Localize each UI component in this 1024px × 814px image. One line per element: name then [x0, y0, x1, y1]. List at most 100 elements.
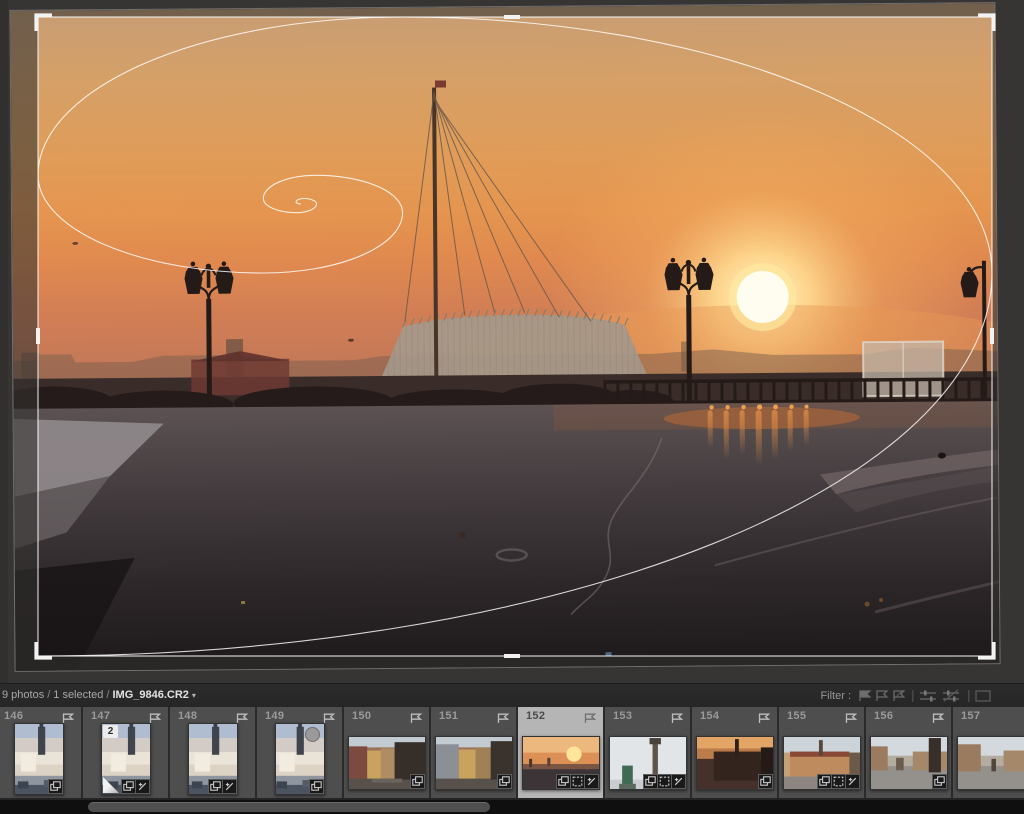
- thumbnail-badges: [49, 780, 62, 793]
- crop-overlay: [0, 0, 1024, 683]
- collections-badge-icon[interactable]: [209, 780, 222, 793]
- filmstrip-cell-149[interactable]: 149: [257, 707, 342, 798]
- photo-index: 149: [265, 710, 284, 722]
- collections-badge-icon[interactable]: [933, 775, 946, 788]
- current-filename[interactable]: IMG_9846.CR2: [112, 689, 188, 701]
- flag-icon[interactable]: [409, 711, 423, 723]
- filmstrip-scrollbar[interactable]: [0, 800, 1024, 814]
- thumbnail-badges: [759, 775, 772, 788]
- photo-index: 147: [91, 710, 110, 722]
- thumbnail-badges: [310, 780, 323, 793]
- rating-sliders-icon: [920, 691, 936, 702]
- filter-label: Filter :: [820, 690, 851, 702]
- flag-unflagged-icon: [877, 691, 887, 701]
- rating-sliders-off-icon: [943, 690, 959, 702]
- filmstrip-cell-150[interactable]: 150: [344, 707, 429, 798]
- collections-badge-icon[interactable]: [122, 780, 135, 793]
- flag-icon[interactable]: [496, 711, 510, 723]
- crop-handle-bottom[interactable]: [504, 654, 520, 658]
- collections-badge-icon[interactable]: [818, 775, 831, 788]
- crop-handle-bottom-right[interactable]: [978, 642, 994, 658]
- photo-count: 9 photos: [2, 689, 44, 701]
- edits-badge-icon[interactable]: [223, 780, 236, 793]
- filmstrip-cell-155[interactable]: 155: [779, 707, 864, 798]
- flag-icon[interactable]: [61, 711, 75, 723]
- flag-icon[interactable]: [235, 711, 249, 723]
- edits-badge-icon[interactable]: [136, 780, 149, 793]
- thumbnail-badges: [557, 775, 598, 788]
- golden-spiral-guide: [38, 17, 992, 656]
- filmstrip-cell-146[interactable]: 146: [0, 707, 81, 798]
- thumbnail-156[interactable]: [870, 736, 948, 790]
- filmstrip: 1461472148149150151152153154155156157: [0, 707, 1024, 798]
- selection-circle-icon[interactable]: [305, 727, 320, 742]
- thumbnail-155[interactable]: [783, 736, 861, 790]
- flag-icon[interactable]: [148, 711, 162, 723]
- flag-reject-icon: [894, 690, 904, 701]
- thumbnail-150[interactable]: [348, 736, 426, 790]
- thumbnail-badges: [933, 775, 946, 788]
- collections-badge-icon[interactable]: [498, 775, 511, 788]
- flag-icon[interactable]: [670, 711, 684, 723]
- edits-badge-icon[interactable]: [672, 775, 685, 788]
- edits-badge-icon[interactable]: [846, 775, 859, 788]
- crop-handle-top[interactable]: [504, 15, 520, 19]
- collections-badge-icon[interactable]: [759, 775, 772, 788]
- thumbnail-147[interactable]: 2: [101, 723, 151, 795]
- stack-count-badge[interactable]: 2: [103, 725, 118, 738]
- collections-badge-icon[interactable]: [557, 775, 570, 788]
- photo-index: 154: [700, 710, 719, 722]
- crop-badge-icon[interactable]: [571, 775, 584, 788]
- thumbnail-146[interactable]: [14, 723, 64, 795]
- filmstrip-cell-148[interactable]: 148: [170, 707, 255, 798]
- photo-index: 152: [526, 710, 545, 722]
- crop-handle-top-right[interactable]: [978, 15, 994, 31]
- collections-badge-icon[interactable]: [49, 780, 62, 793]
- photo-index: 146: [4, 710, 23, 722]
- thumbnail-153[interactable]: [609, 736, 687, 790]
- thumbnail-149[interactable]: [275, 723, 325, 795]
- edits-badge-icon[interactable]: [585, 775, 598, 788]
- filmstrip-filters: [859, 688, 1024, 704]
- photo-index: 157: [961, 710, 980, 722]
- filmstrip-cell-147[interactable]: 1472: [83, 707, 168, 798]
- collections-badge-icon[interactable]: [411, 775, 424, 788]
- flag-icon[interactable]: [931, 711, 945, 723]
- thumbnail-154[interactable]: [696, 736, 774, 790]
- selected-count: 1 selected: [53, 689, 103, 701]
- filmstrip-cell-151[interactable]: 151: [431, 707, 516, 798]
- thumbnail-badges: [818, 775, 859, 788]
- thumbnail-badges: [122, 780, 149, 793]
- thumbnail-151[interactable]: [435, 736, 513, 790]
- photo-index: 155: [787, 710, 806, 722]
- photo-index: 151: [439, 710, 458, 722]
- crop-handle-left[interactable]: [36, 328, 40, 344]
- filmstrip-cell-156[interactable]: 156: [866, 707, 951, 798]
- chevron-down-icon[interactable]: ▾: [189, 691, 196, 700]
- thumbnail-148[interactable]: [188, 723, 238, 795]
- scrollbar-thumb[interactable]: [88, 802, 490, 812]
- crop-rectangle[interactable]: [38, 17, 992, 656]
- photo-index: 150: [352, 710, 371, 722]
- collections-badge-icon[interactable]: [310, 780, 323, 793]
- filmstrip-cell-154[interactable]: 154: [692, 707, 777, 798]
- thumbnail-157[interactable]: [957, 736, 1024, 790]
- source-indicator[interactable]: 9 photos/1 selected/IMG_9846.CR2▾: [2, 689, 196, 701]
- crop-handle-right[interactable]: [990, 328, 994, 344]
- flag-icon[interactable]: [583, 711, 597, 723]
- crop-handle-top-left[interactable]: [36, 15, 52, 31]
- photo-index: 156: [874, 710, 893, 722]
- flag-icon[interactable]: [844, 711, 858, 723]
- thumbnail-badges: [411, 775, 424, 788]
- thumbnail-152[interactable]: [522, 736, 600, 790]
- filmstrip-cell-153[interactable]: 153: [605, 707, 690, 798]
- flag-icon[interactable]: [322, 711, 336, 723]
- filmstrip-cell-157[interactable]: 157: [953, 707, 1024, 798]
- collections-badge-icon[interactable]: [644, 775, 657, 788]
- flag-icon[interactable]: [757, 711, 771, 723]
- crop-badge-icon[interactable]: [658, 775, 671, 788]
- crop-badge-icon[interactable]: [832, 775, 845, 788]
- thumbnail-badges: [644, 775, 685, 788]
- filmstrip-cell-152[interactable]: 152: [518, 707, 603, 798]
- lightroom-window: 9 photos/1 selected/IMG_9846.CR2▾ Filter…: [0, 0, 1024, 814]
